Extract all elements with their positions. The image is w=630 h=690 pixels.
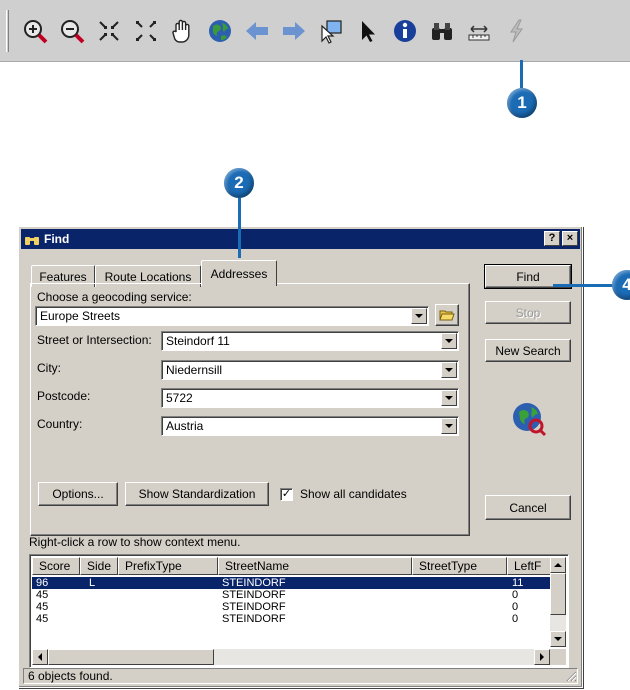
- vertical-scroll-thumb[interactable]: [550, 573, 566, 615]
- chevron-down-icon[interactable]: [441, 333, 457, 349]
- measure-icon[interactable]: [462, 12, 496, 50]
- identify-icon[interactable]: [388, 12, 422, 50]
- cell-leftf: 0: [512, 589, 519, 601]
- select-elements-icon[interactable]: [351, 12, 385, 50]
- table-row[interactable]: 45 STEINDORF 0: [32, 613, 550, 625]
- column-prefixtype[interactable]: PrefixType: [118, 557, 218, 575]
- open-folder-icon: [439, 310, 455, 321]
- status-text: 6 objects found.: [28, 669, 113, 683]
- cell-side: L: [89, 577, 96, 589]
- horizontal-scroll-thumb[interactable]: [48, 649, 214, 665]
- street-value: Steindorf 11: [166, 334, 230, 348]
- street-input[interactable]: Steindorf 11: [161, 331, 459, 351]
- country-label: Country:: [37, 417, 83, 431]
- cell-leftf: 0: [512, 613, 519, 625]
- context-menu-hint: Right-click a row to show context menu.: [29, 535, 241, 549]
- browse-folder-button[interactable]: [435, 304, 459, 326]
- zoom-out-icon[interactable]: [55, 12, 89, 50]
- column-streetname[interactable]: StreetName: [218, 557, 412, 575]
- cell-streetname: STEINDORF: [222, 589, 286, 601]
- column-side[interactable]: Side: [80, 557, 118, 575]
- column-leftf[interactable]: LeftF: [507, 557, 552, 575]
- callout-2-leader: [238, 198, 241, 258]
- horizontal-scrollbar[interactable]: [32, 649, 550, 665]
- cell-leftf: 11: [512, 577, 524, 589]
- cell-leftf: 0: [512, 601, 519, 613]
- chevron-down-icon[interactable]: [411, 308, 427, 324]
- show-all-candidates-checkbox[interactable]: ✓: [280, 488, 293, 501]
- results-header: Score Side PrefixType StreetName StreetT…: [32, 557, 552, 575]
- country-value: Austria: [166, 419, 204, 433]
- back-arrow-icon[interactable]: [240, 12, 274, 50]
- scroll-right-icon[interactable]: [534, 649, 550, 665]
- stop-button: Stop: [485, 301, 571, 324]
- options-button[interactable]: Options...: [38, 482, 118, 506]
- column-score[interactable]: Score: [32, 557, 80, 575]
- find-binoculars-icon: [25, 237, 39, 245]
- cell-score: 45: [36, 601, 49, 613]
- geocoding-service-label: Choose a geocoding service:: [37, 290, 192, 304]
- zoom-in-icon[interactable]: [18, 12, 52, 50]
- scroll-down-icon[interactable]: [550, 631, 566, 647]
- city-input[interactable]: Niedernsill: [161, 360, 459, 380]
- cancel-button[interactable]: Cancel: [485, 495, 571, 520]
- postcode-value: 5722: [166, 391, 193, 405]
- scroll-corner: [550, 649, 566, 665]
- postcode-label: Postcode:: [37, 389, 91, 403]
- pan-hand-icon[interactable]: [166, 12, 200, 50]
- table-row[interactable]: 96 L STEINDORF 11: [32, 577, 550, 589]
- hyperlink-icon: [499, 12, 533, 50]
- cell-streetname: STEINDORF: [222, 577, 286, 589]
- globe-search-icon: [513, 403, 547, 437]
- status-bar: 6 objects found.: [23, 668, 578, 684]
- cell-score: 96: [36, 577, 49, 589]
- city-label: City:: [37, 361, 61, 375]
- postcode-input[interactable]: 5722: [161, 388, 459, 408]
- show-all-candidates-label: Show all candidates: [300, 487, 407, 501]
- fixed-zoom-in-icon[interactable]: [92, 12, 126, 50]
- results-list[interactable]: Score Side PrefixType StreetName StreetT…: [29, 554, 569, 668]
- street-label: Street or Intersection:: [37, 333, 152, 347]
- chevron-down-icon[interactable]: [441, 362, 457, 378]
- cell-score: 45: [36, 613, 49, 625]
- tab-addresses[interactable]: Addresses: [201, 260, 277, 286]
- column-streettype[interactable]: StreetType: [412, 557, 507, 575]
- cell-streetname: STEINDORF: [222, 601, 286, 613]
- find-binoculars-icon[interactable]: [425, 12, 459, 50]
- select-features-icon[interactable]: [314, 12, 348, 50]
- table-row[interactable]: 45 STEINDORF 0: [32, 589, 550, 601]
- callout-1-leader: [520, 60, 523, 88]
- geocoding-service-value: Europe Streets: [40, 309, 121, 323]
- country-input[interactable]: Austria: [161, 416, 459, 436]
- scroll-left-icon[interactable]: [32, 649, 48, 665]
- vertical-scrollbar[interactable]: [550, 557, 566, 647]
- dialog-title: Find: [44, 232, 70, 246]
- table-row[interactable]: 45 STEINDORF 0: [32, 601, 550, 613]
- dialog-titlebar[interactable]: Find ? ×: [21, 229, 580, 249]
- close-button[interactable]: ×: [562, 231, 578, 246]
- new-search-button[interactable]: New Search: [485, 339, 571, 362]
- fixed-zoom-out-icon[interactable]: [129, 12, 163, 50]
- map-toolbar: [0, 0, 630, 62]
- forward-arrow-icon[interactable]: [277, 12, 311, 50]
- callout-1: 1: [507, 88, 537, 118]
- callout-2: 2: [224, 168, 254, 198]
- geocoding-service-select[interactable]: Europe Streets: [35, 306, 429, 326]
- cell-streetname: STEINDORF: [222, 613, 286, 625]
- chevron-down-icon[interactable]: [441, 418, 457, 434]
- cell-score: 45: [36, 589, 49, 601]
- scroll-up-icon[interactable]: [550, 557, 566, 573]
- resize-grip-icon[interactable]: [565, 670, 577, 682]
- city-value: Niedernsill: [166, 363, 223, 377]
- chevron-down-icon[interactable]: [441, 390, 457, 406]
- help-button[interactable]: ?: [544, 231, 560, 246]
- find-dialog: Find ? × Features Route Locations Addres…: [18, 226, 583, 688]
- full-extent-globe-icon[interactable]: [203, 12, 237, 50]
- show-standardization-button[interactable]: Show Standardization: [125, 482, 269, 506]
- callout-4-leader: [553, 284, 613, 287]
- toolbar-grip[interactable]: [6, 10, 9, 52]
- callout-4: 4: [612, 270, 630, 300]
